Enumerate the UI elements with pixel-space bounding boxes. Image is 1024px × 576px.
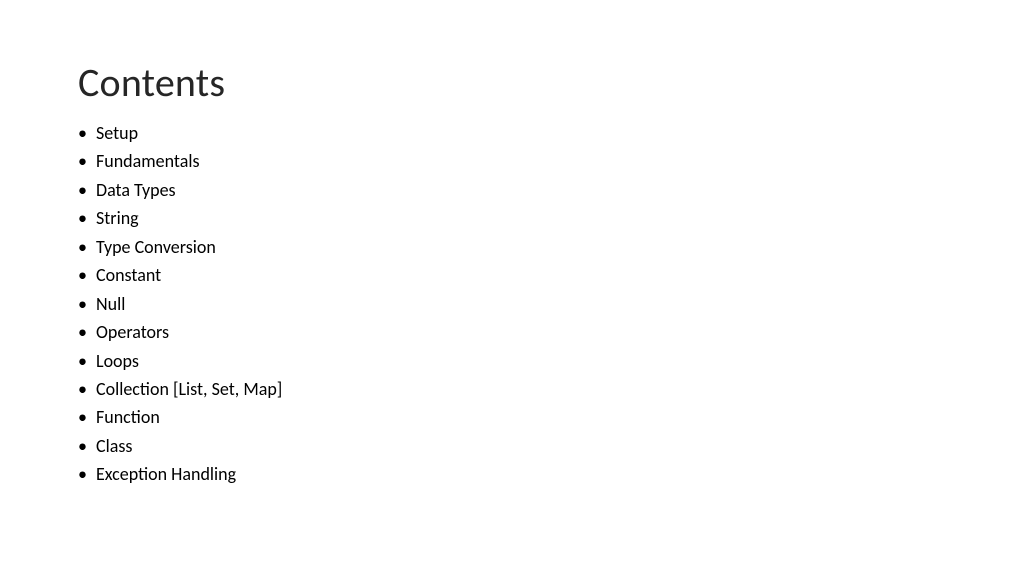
- list-item: Constant: [96, 261, 1024, 289]
- list-item: Operators: [96, 318, 1024, 346]
- list-item: Type Conversion: [96, 233, 1024, 261]
- list-item: Null: [96, 290, 1024, 318]
- list-item: Loops: [96, 347, 1024, 375]
- list-item: Fundamentals: [96, 147, 1024, 175]
- list-item: Class: [96, 432, 1024, 460]
- list-item: Setup: [96, 119, 1024, 147]
- contents-list: Setup Fundamentals Data Types String Typ…: [78, 119, 1024, 489]
- list-item: Collection [List, Set, Map]: [96, 375, 1024, 403]
- list-item: Exception Handling: [96, 460, 1024, 488]
- list-item: Function: [96, 403, 1024, 431]
- list-item: String: [96, 204, 1024, 232]
- list-item: Data Types: [96, 176, 1024, 204]
- slide-title: Contents: [78, 58, 1024, 107]
